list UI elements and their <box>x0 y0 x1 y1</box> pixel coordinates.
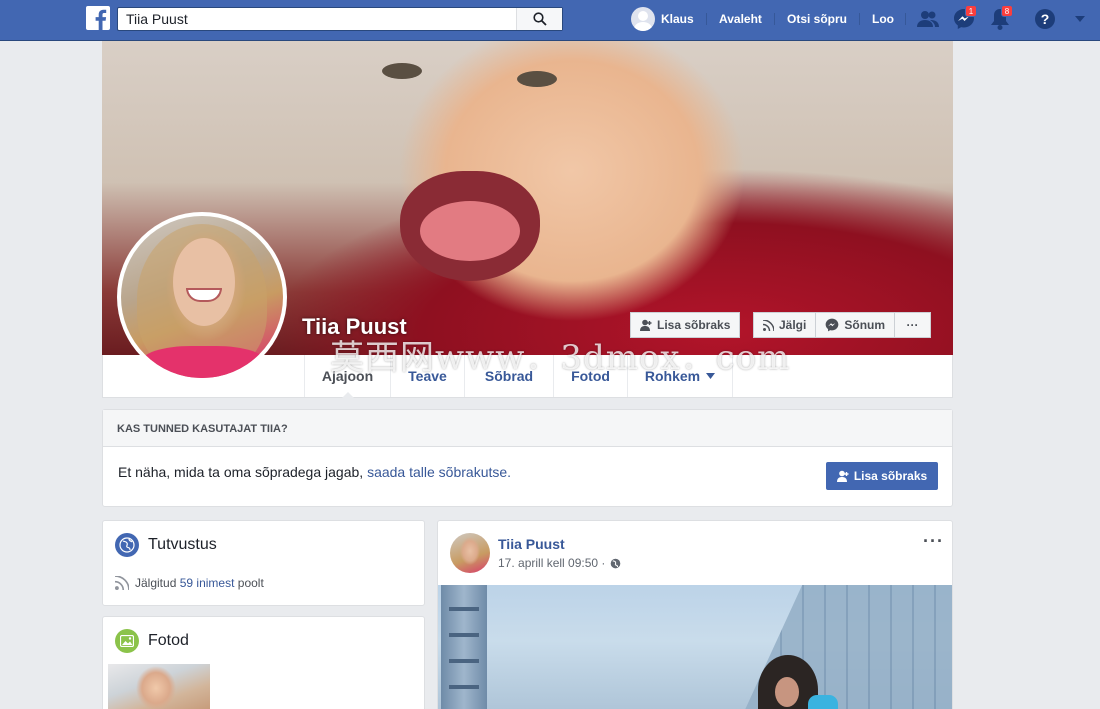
add-friend-icon <box>836 470 849 482</box>
watermark-text: 莫西网www．3dmox．com <box>330 338 791 378</box>
search-button[interactable] <box>516 8 562 30</box>
prompt-description: Et näha, mida ta oma sõpradega jagab, <box>118 464 364 480</box>
nav-user-name: Klaus <box>661 12 694 26</box>
add-friend-button[interactable]: Lisa sõbraks <box>826 462 938 490</box>
nav-user-profile-link[interactable]: Klaus <box>631 7 694 31</box>
followed-suffix: poolt <box>237 576 264 590</box>
cover-photo-detail <box>517 71 557 87</box>
timeline-post: Tiia Puust 17. aprill kell 09:50 · ··· <box>437 520 953 709</box>
photo-icon <box>115 629 139 653</box>
photo-thumbnail[interactable] <box>108 664 210 709</box>
add-friend-label: Lisa sõbraks <box>853 469 928 483</box>
prompt-heading: KAS TUNNED KASUTAJAT TIIA? <box>103 410 952 447</box>
post-author[interactable]: Tiia Puust <box>498 536 565 552</box>
friend-requests-icon <box>917 11 939 27</box>
post-image[interactable] <box>438 585 952 709</box>
help-button[interactable]: ? <box>1033 8 1057 30</box>
post-image-detail <box>775 677 799 707</box>
notifications-badge: 8 <box>1001 5 1013 17</box>
nav-divider <box>774 13 775 25</box>
profile-picture-detail <box>173 238 235 326</box>
post-options-button[interactable]: ··· <box>923 531 944 552</box>
more-actions-label: ··· <box>906 318 919 332</box>
friend-request-prompt: KAS TUNNED KASUTAJAT TIIA? Et näha, mida… <box>102 409 953 507</box>
caret-down-icon <box>1075 16 1085 22</box>
more-actions-button[interactable]: ··· <box>895 312 932 338</box>
account-menu-button[interactable] <box>1068 8 1092 30</box>
active-tab-indicator <box>341 392 354 398</box>
search-input[interactable] <box>118 8 518 30</box>
intro-card: Tutvustus Jälgitud 59 inimest poolt <box>102 520 425 606</box>
messages-badge: 1 <box>965 5 977 17</box>
rss-follow-icon <box>763 319 774 331</box>
prompt-text: Et näha, mida ta oma sõpradega jagab, sa… <box>118 464 511 480</box>
message-button[interactable]: Sõnum <box>816 312 896 338</box>
intro-title: Tutvustus <box>115 533 217 557</box>
nav-link-home[interactable]: Avaleht <box>719 12 762 26</box>
search-icon <box>532 12 547 26</box>
nav-divider <box>706 13 707 25</box>
followers-line: Jälgitud 59 inimest poolt <box>115 576 264 590</box>
facebook-logo-icon[interactable] <box>86 6 110 30</box>
top-navigation-bar: Klaus Avaleht Otsi sõpru Loo 1 8 ? <box>0 0 1100 41</box>
post-meta: 17. aprill kell 09:50 · <box>498 556 621 570</box>
post-timestamp[interactable]: 17. aprill kell 09:50 · <box>498 556 605 570</box>
nav-divider <box>905 13 906 25</box>
cover-photo-detail <box>382 63 422 79</box>
intro-title-text: Tutvustus <box>148 536 217 553</box>
send-friend-request-link[interactable]: saada talle sõbrakutse. <box>367 464 511 480</box>
photos-title: Fotod <box>115 629 189 653</box>
search-box <box>117 7 563 31</box>
avatar <box>631 7 655 31</box>
profile-picture-detail <box>141 346 266 378</box>
rss-follow-icon <box>115 576 129 590</box>
svg-text:?: ? <box>1041 11 1050 27</box>
friend-requests-button[interactable] <box>916 8 940 30</box>
post-image-detail <box>441 585 487 709</box>
profile-picture-image <box>121 216 283 378</box>
avatar[interactable] <box>450 533 490 573</box>
help-icon: ? <box>1035 9 1055 29</box>
notifications-button[interactable]: 8 <box>988 5 1013 30</box>
globe-icon <box>115 533 139 557</box>
nav-divider <box>859 13 860 25</box>
nav-link-create[interactable]: Loo <box>872 12 894 26</box>
public-globe-icon <box>611 558 621 568</box>
post-image-detail <box>808 695 838 709</box>
photos-title-text: Fotod <box>148 632 189 649</box>
followers-link[interactable]: 59 inimest <box>180 576 235 590</box>
cover-photo-detail <box>420 201 520 261</box>
nav-link-find-friends[interactable]: Otsi sõpru <box>787 12 847 26</box>
profile-picture[interactable] <box>117 212 287 382</box>
message-label: Sõnum <box>844 318 886 332</box>
messages-button[interactable]: 1 <box>952 5 977 30</box>
photos-card: Fotod <box>102 616 425 709</box>
messenger-icon <box>825 318 839 332</box>
followed-prefix: Jälgitud <box>135 576 177 590</box>
